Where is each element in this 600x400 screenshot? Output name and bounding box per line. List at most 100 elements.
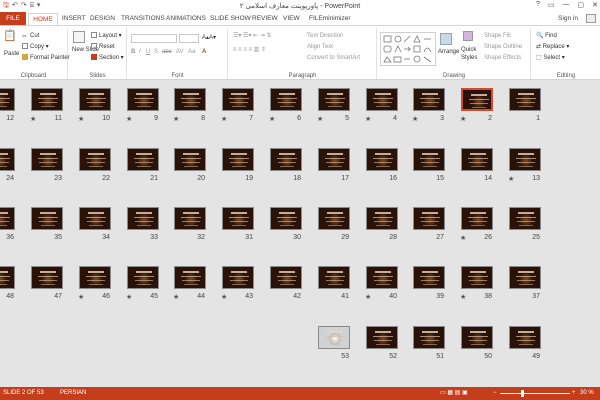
slide-thumbnail[interactable] [413, 326, 445, 349]
slide-thumbnail[interactable] [0, 148, 15, 171]
convert-smartart-button[interactable]: Convert to SmartArt [307, 54, 360, 63]
tab-insert[interactable]: INSERT [62, 13, 86, 25]
animation-star-icon[interactable]: ★ [78, 293, 84, 301]
select-button[interactable]: ⬚ Select ▾ [536, 54, 565, 63]
slide-thumbnail[interactable] [461, 207, 493, 230]
slide-thumbnail[interactable] [127, 88, 159, 111]
slide-thumbnail[interactable] [461, 88, 493, 111]
tab-fileminimizer[interactable]: FILEminimizer [309, 13, 351, 25]
italic-button[interactable]: I [139, 48, 141, 57]
slide-thumbnail[interactable] [79, 88, 111, 111]
avatar[interactable] [586, 14, 596, 23]
slide-thumbnail[interactable] [318, 266, 350, 289]
animation-star-icon[interactable]: ★ [412, 115, 418, 123]
find-button[interactable]: 🔍 Find [536, 32, 557, 41]
font-size-field[interactable] [179, 34, 199, 43]
char-spacing-button[interactable]: AV [176, 48, 184, 57]
minimize-icon[interactable]: — [563, 1, 570, 9]
slide-thumbnail[interactable] [0, 88, 15, 111]
slide-thumbnail[interactable] [366, 266, 398, 289]
slide-thumbnail[interactable] [366, 326, 398, 349]
slide-thumbnail[interactable] [0, 266, 15, 289]
reset-button[interactable]: Reset [91, 43, 115, 52]
animation-star-icon[interactable]: ★ [173, 293, 179, 301]
slide-thumbnail[interactable] [413, 207, 445, 230]
slide-thumbnail[interactable] [222, 148, 254, 171]
tab-design[interactable]: DESIGN [90, 13, 115, 25]
slide-thumbnail[interactable] [509, 266, 541, 289]
shape-outline-button[interactable]: Shape Outline [484, 43, 522, 52]
slide-thumbnail[interactable] [270, 88, 302, 111]
animation-star-icon[interactable]: ★ [78, 115, 84, 123]
slide-thumbnail[interactable] [461, 148, 493, 171]
shapes-gallery[interactable] [380, 32, 436, 66]
language-indicator[interactable]: PERSIAN [60, 387, 86, 400]
slide-thumbnail[interactable] [270, 266, 302, 289]
tab-file[interactable]: FILE [0, 12, 26, 25]
tab-review[interactable]: REVIEW [252, 13, 278, 25]
close-icon[interactable]: ✕ [592, 1, 598, 9]
slide-thumbnail[interactable] [127, 266, 159, 289]
animation-star-icon[interactable]: ★ [317, 115, 323, 123]
animation-star-icon[interactable]: ★ [460, 234, 466, 242]
align-text-button[interactable]: Align Text [307, 43, 333, 52]
slide-thumbnail[interactable] [270, 207, 302, 230]
slide-thumbnail[interactable] [318, 88, 350, 111]
font-color-button[interactable]: A [202, 48, 206, 57]
slide-thumbnail[interactable] [79, 207, 111, 230]
slide-thumbnail[interactable] [366, 148, 398, 171]
slide-thumbnail[interactable] [366, 88, 398, 111]
slide-thumbnail[interactable] [79, 148, 111, 171]
animation-star-icon[interactable]: ★ [460, 115, 466, 123]
font-name-field[interactable] [131, 34, 177, 43]
shape-effects-button[interactable]: Shape Effects [484, 54, 521, 63]
slide-thumbnail[interactable] [318, 148, 350, 171]
slide-thumbnail[interactable] [31, 148, 63, 171]
slide-thumbnail[interactable] [79, 266, 111, 289]
replace-button[interactable]: ⇄ Replace ▾ [536, 43, 569, 52]
slide-thumbnail[interactable] [174, 207, 206, 230]
animation-star-icon[interactable]: ★ [269, 115, 275, 123]
animation-star-icon[interactable]: ★ [126, 115, 132, 123]
alignment-icons[interactable]: ≡ ≡ ≡ ≡ ▥ ⇕ [233, 46, 266, 55]
slide-thumbnail[interactable] [461, 326, 493, 349]
slide-thumbnail[interactable] [413, 266, 445, 289]
arrange-icon[interactable] [440, 33, 452, 45]
slide-thumbnail[interactable] [509, 326, 541, 349]
arrange-button[interactable]: Arrange [438, 48, 459, 57]
animation-star-icon[interactable]: ★ [365, 293, 371, 301]
zoom-slider-knob[interactable] [521, 390, 524, 397]
format-painter-button[interactable]: Format Painter [22, 54, 70, 63]
tab-slide-show[interactable]: SLIDE SHOW [210, 13, 251, 25]
zoom-out-button[interactable]: − [493, 387, 497, 400]
zoom-slider[interactable] [500, 393, 570, 394]
animation-star-icon[interactable]: ★ [508, 175, 514, 183]
slide-thumbnail[interactable] [413, 148, 445, 171]
underline-button[interactable]: U [146, 48, 150, 57]
slide-thumbnail[interactable] [270, 148, 302, 171]
tab-animations[interactable]: ANIMATIONS [166, 13, 206, 25]
layout-button[interactable]: Layout ▾ [91, 32, 122, 41]
shape-fill-button[interactable]: Shape Fill [484, 32, 511, 41]
slide-thumbnail[interactable] [31, 88, 63, 111]
section-button[interactable]: Section ▾ [91, 54, 124, 63]
view-buttons[interactable]: ▭ ▦ ▤ ▣ [440, 387, 468, 400]
slide-thumbnail[interactable] [174, 88, 206, 111]
animation-star-icon[interactable]: ★ [365, 115, 371, 123]
slide-thumbnail[interactable] [318, 326, 350, 349]
shadow-button[interactable]: S [154, 48, 158, 57]
slide-thumbnail[interactable] [366, 207, 398, 230]
animation-star-icon[interactable]: ★ [126, 293, 132, 301]
tab-home[interactable]: HOME [28, 13, 58, 25]
slide-thumbnail[interactable] [174, 266, 206, 289]
slide-thumbnail[interactable] [461, 266, 493, 289]
slide-thumbnail[interactable] [222, 266, 254, 289]
bullets-icon[interactable]: ☰▾ ☰▾ ⇤ ⇥ ⇅ [233, 32, 272, 41]
slide-thumbnail[interactable] [318, 207, 350, 230]
strikethrough-button[interactable]: abc [162, 48, 172, 57]
tab-view[interactable]: VIEW [283, 13, 300, 25]
quick-styles-button[interactable]: Quick Styles [461, 46, 481, 62]
slide-thumbnail[interactable] [222, 88, 254, 111]
slide-thumbnail[interactable] [0, 207, 15, 230]
slide-thumbnail[interactable] [509, 148, 541, 171]
